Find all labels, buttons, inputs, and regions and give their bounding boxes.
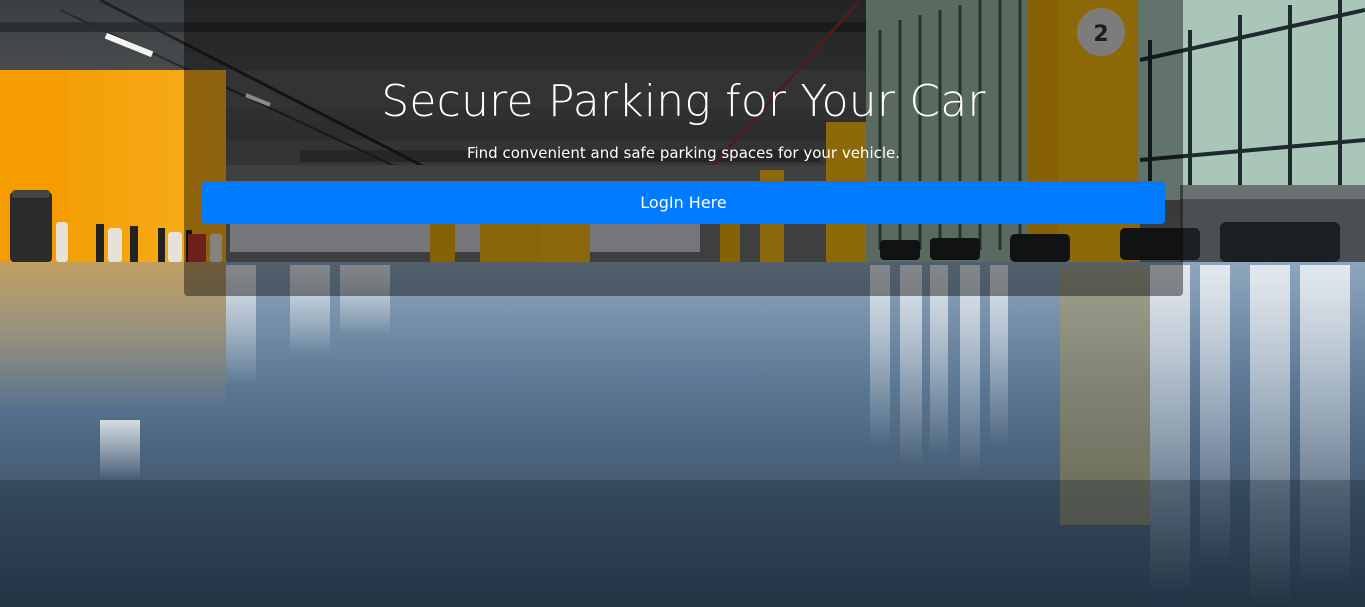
- hero-title: Secure Parking for Your Car: [381, 76, 986, 127]
- login-button[interactable]: LogIn Here: [202, 181, 1165, 224]
- hero-subtitle: Find convenient and safe parking spaces …: [466, 144, 901, 162]
- hero-panel: Secure Parking for Your Car Find conveni…: [184, 0, 1183, 296]
- landing-page: 2 Secure Parking for Your Car Find conve…: [0, 0, 1365, 607]
